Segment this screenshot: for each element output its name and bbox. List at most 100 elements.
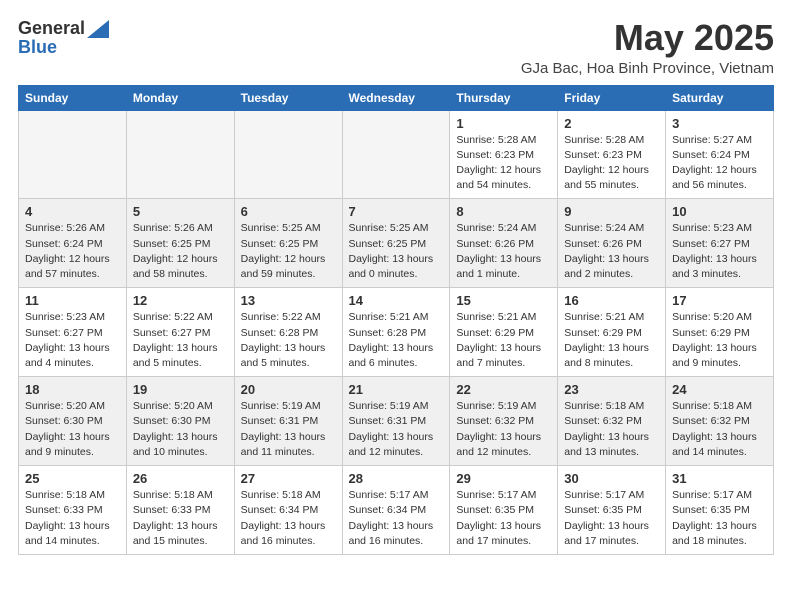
calendar-cell: 7 Sunrise: 5:25 AMSunset: 6:25 PMDaylight… [342, 199, 450, 288]
day-info: Sunrise: 5:27 AMSunset: 6:24 PMDaylight:… [672, 133, 767, 194]
day-info: Sunrise: 5:28 AMSunset: 6:23 PMDaylight:… [564, 133, 659, 194]
calendar-cell: 22 Sunrise: 5:19 AMSunset: 6:32 PMDayligh… [450, 377, 558, 466]
day-info: Sunrise: 5:17 AMSunset: 6:34 PMDaylight:… [349, 488, 444, 549]
calendar-cell: 9 Sunrise: 5:24 AMSunset: 6:26 PMDaylight… [558, 199, 666, 288]
calendar-cell: 29Sunrise: 5:17 AMSunset: 6:35 PMDayligh… [450, 466, 558, 555]
day-of-week-header: Saturday [666, 85, 774, 110]
calendar-cell: 19 Sunrise: 5:20 AMSunset: 6:30 PMDayligh… [126, 377, 234, 466]
logo-general: General [18, 18, 85, 39]
calendar-cell [126, 110, 234, 199]
calendar-cell: 1Sunrise: 5:28 AMSunset: 6:23 PMDaylight… [450, 110, 558, 199]
day-number: 23 [564, 382, 659, 397]
day-info: Sunrise: 5:20 AMSunset: 6:30 PMDaylight:… [133, 399, 228, 460]
day-number: 15 [456, 293, 551, 308]
day-of-week-header: Wednesday [342, 85, 450, 110]
title-block: May 2025 GJa Bac, Hoa Binh Province, Vie… [521, 18, 774, 77]
day-number: 26 [133, 471, 228, 486]
calendar-cell: 11 Sunrise: 5:23 AMSunset: 6:27 PMDayligh… [19, 288, 127, 377]
day-number: 10 [672, 204, 767, 219]
calendar-cell: 8Sunrise: 5:24 AMSunset: 6:26 PMDaylight… [450, 199, 558, 288]
calendar-cell: 24 Sunrise: 5:18 AMSunset: 6:32 PMDayligh… [666, 377, 774, 466]
day-number: 25 [25, 471, 120, 486]
day-of-week-header: Tuesday [234, 85, 342, 110]
calendar-week-row: 11 Sunrise: 5:23 AMSunset: 6:27 PMDayligh… [19, 288, 774, 377]
calendar-cell: 17 Sunrise: 5:20 AMSunset: 6:29 PMDayligh… [666, 288, 774, 377]
day-info: Sunrise: 5:25 AMSunset: 6:25 PMDaylight:… [241, 221, 336, 282]
day-of-week-header: Sunday [19, 85, 127, 110]
day-info: Sunrise: 5:19 AMSunset: 6:31 PMDaylight:… [349, 399, 444, 460]
calendar-cell: 18 Sunrise: 5:20 AMSunset: 6:30 PMDayligh… [19, 377, 127, 466]
day-number: 6 [241, 204, 336, 219]
day-info: Sunrise: 5:28 AMSunset: 6:23 PMDaylight:… [456, 133, 551, 194]
day-info: Sunrise: 5:22 AMSunset: 6:28 PMDaylight:… [241, 310, 336, 371]
day-number: 18 [25, 382, 120, 397]
day-info: Sunrise: 5:23 AMSunset: 6:27 PMDaylight:… [672, 221, 767, 282]
main-title: May 2025 [521, 18, 774, 58]
calendar-cell: 23 Sunrise: 5:18 AMSunset: 6:32 PMDayligh… [558, 377, 666, 466]
calendar-cell: 6 Sunrise: 5:25 AMSunset: 6:25 PMDaylight… [234, 199, 342, 288]
day-of-week-header: Friday [558, 85, 666, 110]
day-number: 29 [456, 471, 551, 486]
day-number: 9 [564, 204, 659, 219]
day-info: Sunrise: 5:19 AMSunset: 6:32 PMDaylight:… [456, 399, 551, 460]
calendar-cell [19, 110, 127, 199]
calendar-cell: 20 Sunrise: 5:19 AMSunset: 6:31 PMDayligh… [234, 377, 342, 466]
logo-blue: Blue [18, 37, 57, 58]
calendar-cell: 14 Sunrise: 5:21 AMSunset: 6:28 PMDayligh… [342, 288, 450, 377]
day-number: 30 [564, 471, 659, 486]
day-number: 7 [349, 204, 444, 219]
logo: General Blue [18, 18, 109, 58]
calendar-week-row: 1Sunrise: 5:28 AMSunset: 6:23 PMDaylight… [19, 110, 774, 199]
calendar-cell: 30Sunrise: 5:17 AMSunset: 6:35 PMDayligh… [558, 466, 666, 555]
calendar-cell: 3 Sunrise: 5:27 AMSunset: 6:24 PMDaylight… [666, 110, 774, 199]
day-info: Sunrise: 5:20 AMSunset: 6:29 PMDaylight:… [672, 310, 767, 371]
day-info: Sunrise: 5:25 AMSunset: 6:25 PMDaylight:… [349, 221, 444, 282]
calendar-cell: 31 Sunrise: 5:17 AMSunset: 6:35 PMDayligh… [666, 466, 774, 555]
day-number: 27 [241, 471, 336, 486]
day-info: Sunrise: 5:23 AMSunset: 6:27 PMDaylight:… [25, 310, 120, 371]
day-info: Sunrise: 5:17 AMSunset: 6:35 PMDaylight:… [672, 488, 767, 549]
calendar-cell: 5 Sunrise: 5:26 AMSunset: 6:25 PMDaylight… [126, 199, 234, 288]
calendar-cell: 10 Sunrise: 5:23 AMSunset: 6:27 PMDayligh… [666, 199, 774, 288]
day-number: 24 [672, 382, 767, 397]
day-info: Sunrise: 5:22 AMSunset: 6:27 PMDaylight:… [133, 310, 228, 371]
calendar-cell: 27 Sunrise: 5:18 AMSunset: 6:34 PMDayligh… [234, 466, 342, 555]
calendar-cell: 15 Sunrise: 5:21 AMSunset: 6:29 PMDayligh… [450, 288, 558, 377]
day-info: Sunrise: 5:26 AMSunset: 6:24 PMDaylight:… [25, 221, 120, 282]
day-number: 19 [133, 382, 228, 397]
calendar-week-row: 4Sunrise: 5:26 AMSunset: 6:24 PMDaylight… [19, 199, 774, 288]
calendar-cell: 12 Sunrise: 5:22 AMSunset: 6:27 PMDayligh… [126, 288, 234, 377]
day-number: 28 [349, 471, 444, 486]
day-info: Sunrise: 5:24 AMSunset: 6:26 PMDaylight:… [564, 221, 659, 282]
day-number: 14 [349, 293, 444, 308]
calendar-cell [342, 110, 450, 199]
day-info: Sunrise: 5:21 AMSunset: 6:28 PMDaylight:… [349, 310, 444, 371]
calendar-week-row: 25 Sunrise: 5:18 AMSunset: 6:33 PMDayligh… [19, 466, 774, 555]
day-info: Sunrise: 5:19 AMSunset: 6:31 PMDaylight:… [241, 399, 336, 460]
day-number: 31 [672, 471, 767, 486]
day-info: Sunrise: 5:21 AMSunset: 6:29 PMDaylight:… [456, 310, 551, 371]
day-number: 2 [564, 116, 659, 131]
day-info: Sunrise: 5:21 AMSunset: 6:29 PMDaylight:… [564, 310, 659, 371]
day-info: Sunrise: 5:18 AMSunset: 6:34 PMDaylight:… [241, 488, 336, 549]
calendar: SundayMondayTuesdayWednesdayThursdayFrid… [18, 85, 774, 555]
day-number: 22 [456, 382, 551, 397]
day-number: 12 [133, 293, 228, 308]
calendar-cell: 28 Sunrise: 5:17 AMSunset: 6:34 PMDayligh… [342, 466, 450, 555]
day-info: Sunrise: 5:20 AMSunset: 6:30 PMDaylight:… [25, 399, 120, 460]
calendar-cell: 26 Sunrise: 5:18 AMSunset: 6:33 PMDayligh… [126, 466, 234, 555]
day-number: 17 [672, 293, 767, 308]
calendar-cell: 4Sunrise: 5:26 AMSunset: 6:24 PMDaylight… [19, 199, 127, 288]
day-of-week-header: Thursday [450, 85, 558, 110]
day-number: 20 [241, 382, 336, 397]
calendar-cell [234, 110, 342, 199]
day-number: 3 [672, 116, 767, 131]
day-info: Sunrise: 5:26 AMSunset: 6:25 PMDaylight:… [133, 221, 228, 282]
day-info: Sunrise: 5:18 AMSunset: 6:33 PMDaylight:… [133, 488, 228, 549]
calendar-cell: 2 Sunrise: 5:28 AMSunset: 6:23 PMDaylight… [558, 110, 666, 199]
day-info: Sunrise: 5:18 AMSunset: 6:32 PMDaylight:… [672, 399, 767, 460]
day-number: 5 [133, 204, 228, 219]
day-number: 11 [25, 293, 120, 308]
header: General Blue May 2025 GJa Bac, Hoa Binh … [18, 18, 774, 77]
day-info: Sunrise: 5:18 AMSunset: 6:32 PMDaylight:… [564, 399, 659, 460]
